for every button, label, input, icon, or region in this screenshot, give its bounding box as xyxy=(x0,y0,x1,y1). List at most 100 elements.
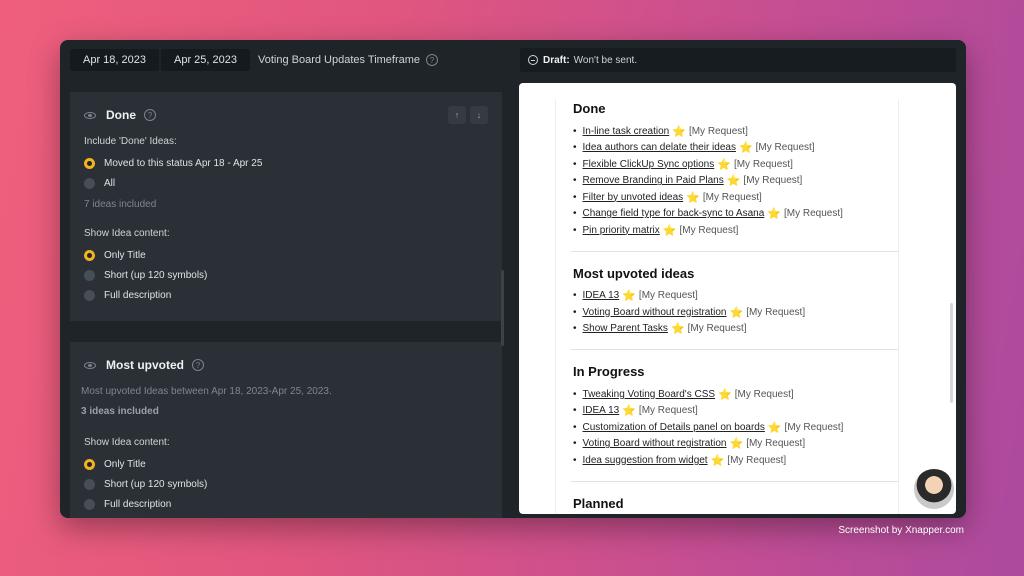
date-from-button[interactable]: Apr 18, 2023 xyxy=(70,49,159,71)
star-icon: ⭐ xyxy=(622,290,636,303)
star-icon: ⭐ xyxy=(710,454,725,467)
idea-list-item: Filter by unvoted ideas⭐[My Request] xyxy=(573,189,898,206)
radio[interactable] xyxy=(84,498,95,510)
preview-section-title: Planned xyxy=(573,495,624,511)
draft-label: Draft: xyxy=(543,54,570,66)
star-icon: ⭐ xyxy=(662,224,677,237)
most-upvoted-card: Most upvoted ? Most upvoted Ideas betwee… xyxy=(70,342,502,518)
content-option-title[interactable]: Only Title xyxy=(84,245,488,265)
radio[interactable] xyxy=(84,289,95,301)
idea-link[interactable]: In-line task creation xyxy=(583,126,670,137)
option-label: Only Title xyxy=(104,458,146,470)
idea-link[interactable]: Remove Branding in Paid Plans xyxy=(583,175,724,186)
section-divider xyxy=(571,480,898,482)
star-icon: ⭐ xyxy=(729,306,744,319)
idea-list-item: Change field type for back-sync to Asana… xyxy=(573,206,898,223)
done-card: Done ? ↑ ↓ Include 'Done' Ideas: Moved t… xyxy=(70,92,502,321)
option-label: Full description xyxy=(104,498,172,510)
idea-link[interactable]: Tweaking Voting Board's CSS xyxy=(583,389,716,400)
option-label: Short (up 120 symbols) xyxy=(104,478,208,490)
radio-selected[interactable] xyxy=(84,458,95,470)
idea-list-item: IDEA 13⭐[My Request] xyxy=(573,288,898,305)
idea-list-item: Pin priority matrix⭐[My Request] xyxy=(573,222,898,239)
done-card-title: Done xyxy=(106,108,136,122)
idea-link[interactable]: Customization of Details panel on boards xyxy=(583,422,765,433)
upvoted-card-header: Most upvoted ? xyxy=(84,356,488,374)
move-down-button[interactable]: ↓ xyxy=(470,106,488,124)
section-divider xyxy=(571,349,898,350)
upvoted-included-count: 3 ideas included xyxy=(81,406,159,417)
radio-selected[interactable] xyxy=(84,249,95,261)
preview-section-title: In Progress xyxy=(573,364,645,379)
my-request-tag: [My Request] xyxy=(746,438,806,450)
upvoted-card-title: Most upvoted xyxy=(106,358,184,372)
move-up-button[interactable]: ↑ xyxy=(448,106,466,124)
my-request-tag: [My Request] xyxy=(638,405,698,417)
reorder-controls: ↑ ↓ xyxy=(448,106,488,124)
my-request-tag: [My Request] xyxy=(733,158,793,170)
include-option-all[interactable]: All xyxy=(84,173,488,193)
radio-selected[interactable] xyxy=(84,157,95,169)
idea-list-item: Voting Board without registration⭐[My Re… xyxy=(573,304,898,321)
app-window: Apr 18, 2023 Apr 25, 2023 Voting Board U… xyxy=(60,40,966,518)
draft-text: Won't be sent. xyxy=(573,54,638,66)
my-request-tag: [My Request] xyxy=(688,125,748,137)
idea-link[interactable]: IDEA 13 xyxy=(583,405,620,416)
option-label: Only Title xyxy=(104,249,146,261)
star-icon: ⭐ xyxy=(670,323,685,336)
content-option-title[interactable]: Only Title xyxy=(84,454,488,474)
radio[interactable] xyxy=(84,177,95,189)
radio[interactable] xyxy=(84,478,95,490)
help-icon[interactable]: ? xyxy=(426,54,439,66)
star-icon: ⭐ xyxy=(729,438,744,451)
radio[interactable] xyxy=(84,269,95,281)
idea-link[interactable]: Idea suggestion from widget xyxy=(583,455,708,466)
idea-list-item: IDEA 13⭐[My Request] xyxy=(573,403,898,420)
idea-list-item: Remove Branding in Paid Plans⭐[My Reques… xyxy=(573,173,898,190)
date-to-button[interactable]: Apr 25, 2023 xyxy=(161,49,250,71)
my-request-tag: [My Request] xyxy=(734,388,794,400)
idea-list-item: Voting Board without registration⭐[My Re… xyxy=(573,436,898,453)
star-icon: ⭐ xyxy=(672,125,686,138)
idea-list: In-line task creation⭐[My Request]Idea a… xyxy=(573,123,898,239)
timeframe-label-text: Voting Board Updates Timeframe xyxy=(258,54,421,66)
idea-link[interactable]: Voting Board without registration xyxy=(583,438,727,449)
eye-icon[interactable] xyxy=(84,361,96,369)
idea-link[interactable]: Pin priority matrix xyxy=(583,225,660,236)
help-icon[interactable]: ? xyxy=(144,109,156,121)
content-option-short[interactable]: Short (up 120 symbols) xyxy=(84,265,488,285)
my-request-tag: [My Request] xyxy=(638,290,698,302)
eye-icon[interactable] xyxy=(84,111,96,119)
star-icon: ⭐ xyxy=(718,388,732,401)
star-icon: ⭐ xyxy=(686,191,700,204)
idea-link[interactable]: Change field type for back-sync to Asana xyxy=(583,208,765,219)
content-option-full[interactable]: Full description xyxy=(84,285,488,305)
idea-link[interactable]: Idea authors can delate their ideas xyxy=(583,142,736,153)
watermark: Screenshot by Xnapper.com xyxy=(838,525,964,536)
include-option-range[interactable]: Moved to this status Apr 18 - Apr 25 xyxy=(84,153,488,173)
draft-status-bar: Draft: Won't be sent. xyxy=(520,48,956,72)
preview-scrollbar[interactable] xyxy=(950,303,953,403)
star-icon: ⭐ xyxy=(622,405,636,418)
idea-list: Tweaking Voting Board's CSS⭐[My Request]… xyxy=(573,386,898,469)
idea-list-item: Flexible ClickUp Sync options⭐[My Reques… xyxy=(573,156,898,173)
my-request-tag: [My Request] xyxy=(755,142,815,154)
star-icon: ⭐ xyxy=(767,208,781,221)
help-icon[interactable]: ? xyxy=(192,359,204,371)
idea-list-item: In-line task creation⭐[My Request] xyxy=(573,123,898,140)
idea-link[interactable]: IDEA 13 xyxy=(583,290,620,301)
idea-link[interactable]: Voting Board without registration xyxy=(583,307,727,318)
idea-list-item: Idea authors can delate their ideas⭐[My … xyxy=(573,140,898,157)
star-icon: ⭐ xyxy=(738,142,753,155)
idea-link[interactable]: Flexible ClickUp Sync options xyxy=(583,159,715,170)
idea-link[interactable]: Show Parent Tasks xyxy=(583,323,668,334)
idea-link[interactable]: Filter by unvoted ideas xyxy=(583,192,684,203)
idea-list-item: Customization of Details panel on boards… xyxy=(573,419,898,436)
idea-list-item: Show Parent Tasks⭐[My Request] xyxy=(573,321,898,338)
content-option-short[interactable]: Short (up 120 symbols) xyxy=(84,474,488,494)
option-label: All xyxy=(104,177,116,189)
content-option-full[interactable]: Full description xyxy=(84,494,488,514)
settings-scrollbar[interactable] xyxy=(501,270,504,346)
star-icon: ⭐ xyxy=(717,158,731,171)
settings-panel: Done ? ↑ ↓ Include 'Done' Ideas: Moved t… xyxy=(70,92,502,518)
